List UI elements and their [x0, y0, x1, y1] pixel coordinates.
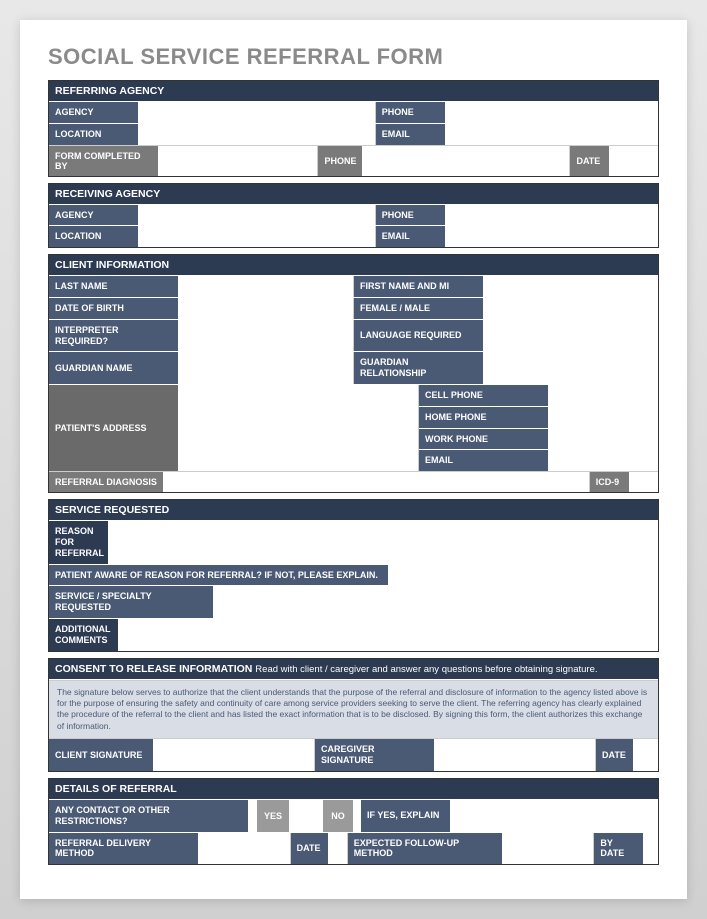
- label-cell: CELL PHONE: [419, 385, 549, 406]
- label-completed-by: FORM COMPLETED BY: [49, 146, 159, 176]
- input-phone[interactable]: [446, 102, 658, 123]
- input-d-date[interactable]: [329, 833, 348, 865]
- label-c-email: EMAIL: [419, 450, 549, 471]
- input-location[interactable]: [139, 124, 376, 145]
- input-grel[interactable]: [484, 352, 658, 384]
- section-consent: CONSENT TO RELEASE INFORMATION Read with…: [48, 658, 659, 772]
- label-sex: FEMALE / MALE: [354, 298, 484, 319]
- input-yes[interactable]: [297, 800, 315, 832]
- input-sex[interactable]: [484, 298, 658, 319]
- input-delivery[interactable]: [199, 833, 291, 865]
- input-work[interactable]: [549, 429, 658, 450]
- option-no[interactable]: NO: [323, 800, 353, 832]
- consent-header-sub: Read with client / caregiver and answer …: [255, 664, 597, 675]
- section-referring: REFERRING AGENCY AGENCY PHONE LOCATION E…: [48, 80, 659, 177]
- input-completed-by[interactable]: [159, 146, 318, 176]
- label-work: WORK PHONE: [419, 429, 549, 450]
- input-guardian[interactable]: [179, 352, 354, 384]
- consent-header: CONSENT TO RELEASE INFORMATION Read with…: [49, 659, 658, 680]
- input-followup[interactable]: [503, 833, 595, 865]
- label-d-date: DATE: [291, 833, 329, 865]
- label-last: LAST NAME: [49, 276, 179, 297]
- input-spec[interactable]: [214, 586, 658, 618]
- label-dob: DATE OF BIRTH: [49, 298, 179, 319]
- label-cb-date: DATE: [570, 146, 610, 176]
- label-restrict: ANY CONTACT OR OTHER RESTRICTIONS?: [49, 800, 249, 832]
- label-email: EMAIL: [376, 124, 446, 145]
- client-header: CLIENT INFORMATION: [49, 255, 658, 276]
- label-r-location: LOCATION: [49, 226, 139, 247]
- label-cb-phone: PHONE: [318, 146, 363, 176]
- label-guardian: GUARDIAN NAME: [49, 352, 179, 384]
- page-title: SOCIAL SERVICE REFERRAL FORM: [48, 44, 659, 70]
- label-r-agency: AGENCY: [49, 205, 139, 226]
- service-header: SERVICE REQUESTED: [49, 500, 658, 521]
- label-agency: AGENCY: [49, 102, 139, 123]
- label-delivery: REFERRAL DELIVERY METHOD: [49, 833, 199, 865]
- consent-body-text: The signature below serves to authorize …: [49, 680, 658, 739]
- input-lang[interactable]: [484, 320, 658, 352]
- label-consent-date: DATE: [596, 739, 634, 771]
- input-email[interactable]: [446, 124, 658, 145]
- label-location: LOCATION: [49, 124, 139, 145]
- referral-form: SOCIAL SERVICE REFERRAL FORM REFERRING A…: [20, 20, 687, 899]
- input-r-email[interactable]: [446, 226, 658, 247]
- input-last[interactable]: [179, 276, 354, 297]
- label-interp: INTERPRETER REQUIRED?: [49, 320, 179, 352]
- input-r-phone[interactable]: [446, 205, 658, 226]
- input-home[interactable]: [549, 407, 658, 428]
- input-interp[interactable]: [179, 320, 354, 352]
- label-diag: REFERRAL DIAGNOSIS: [49, 472, 164, 492]
- input-dob[interactable]: [179, 298, 354, 319]
- input-cb-phone[interactable]: [363, 146, 570, 176]
- input-bydate[interactable]: [644, 833, 658, 865]
- section-details: DETAILS OF REFERRAL ANY CONTACT OR OTHER…: [48, 778, 659, 865]
- input-cell[interactable]: [549, 385, 658, 406]
- input-c-email[interactable]: [549, 450, 658, 471]
- section-receiving: RECEIVING AGENCY AGENCY PHONE LOCATION E…: [48, 183, 659, 249]
- label-reason: REASON FOR REFERRAL: [49, 521, 109, 563]
- input-agency[interactable]: [139, 102, 376, 123]
- input-care-sig[interactable]: [435, 739, 596, 771]
- label-grel: GUARDIAN RELATIONSHIP: [354, 352, 484, 384]
- label-aware: PATIENT AWARE OF REASON FOR REFERRAL? IF…: [49, 565, 389, 586]
- label-phone: PHONE: [376, 102, 446, 123]
- label-r-email: EMAIL: [376, 226, 446, 247]
- label-care-sig: CAREGIVER SIGNATURE: [315, 739, 435, 771]
- input-address[interactable]: [179, 385, 419, 471]
- label-address: PATIENT'S ADDRESS: [49, 385, 179, 471]
- input-comments[interactable]: [119, 619, 658, 651]
- input-r-agency[interactable]: [139, 205, 376, 226]
- label-client-sig: CLIENT SIGNATURE: [49, 739, 154, 771]
- label-followup: EXPECTED FOLLOW-UP METHOD: [348, 833, 503, 865]
- referring-header: REFERRING AGENCY: [49, 81, 658, 102]
- consent-header-title: CONSENT TO RELEASE INFORMATION: [55, 663, 252, 675]
- details-header: DETAILS OF REFERRAL: [49, 779, 658, 800]
- input-r-location[interactable]: [139, 226, 376, 247]
- label-lang: LANGUAGE REQUIRED: [354, 320, 484, 352]
- label-first: FIRST NAME AND MI: [354, 276, 484, 297]
- label-r-phone: PHONE: [376, 205, 446, 226]
- input-icd[interactable]: [630, 472, 658, 492]
- section-service: SERVICE REQUESTED REASON FOR REFERRAL PA…: [48, 499, 659, 651]
- input-consent-date[interactable]: [634, 739, 658, 771]
- input-diag[interactable]: [164, 472, 590, 492]
- label-spec: SERVICE / SPECIALTY REQUESTED: [49, 586, 214, 618]
- input-client-sig[interactable]: [154, 739, 315, 771]
- label-comments: ADDITIONAL COMMENTS: [49, 619, 119, 651]
- label-icd: ICD-9: [590, 472, 630, 492]
- input-explain[interactable]: [451, 800, 658, 832]
- label-explain: IF YES, EXPLAIN: [361, 800, 451, 832]
- receiving-header: RECEIVING AGENCY: [49, 184, 658, 205]
- label-home: HOME PHONE: [419, 407, 549, 428]
- label-bydate: BY DATE: [594, 833, 644, 865]
- input-cb-date[interactable]: [610, 146, 658, 176]
- section-client: CLIENT INFORMATION LAST NAME FIRST NAME …: [48, 254, 659, 493]
- option-yes[interactable]: YES: [257, 800, 289, 832]
- input-reason[interactable]: [109, 521, 658, 563]
- input-first[interactable]: [484, 276, 658, 297]
- input-aware[interactable]: [389, 565, 658, 586]
